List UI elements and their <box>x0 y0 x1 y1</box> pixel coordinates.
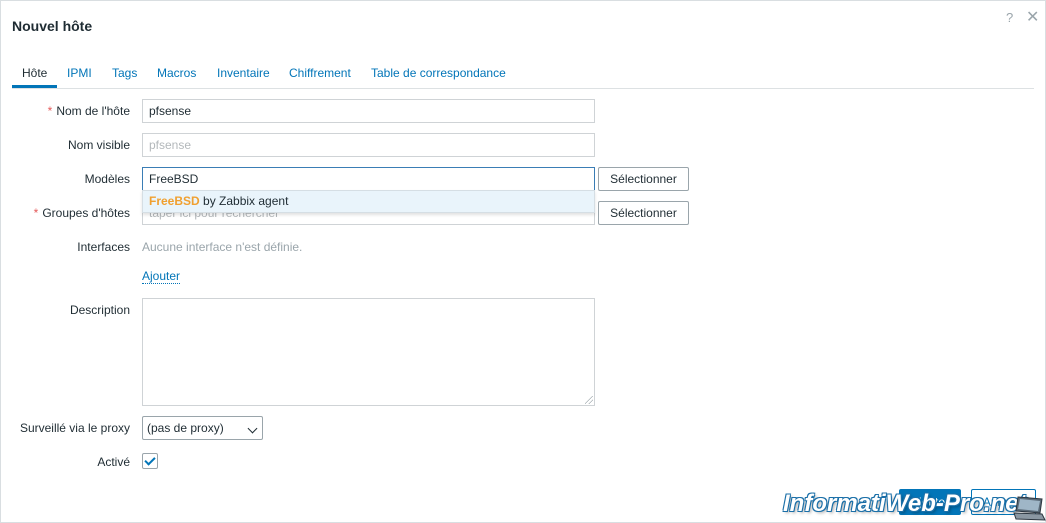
templates-input[interactable]: FreeBSD <box>142 167 595 191</box>
template-suggestion-item[interactable]: FreeBSD by Zabbix agent <box>142 190 595 213</box>
active-tab-indicator <box>12 85 57 88</box>
templates-label: Modèles <box>84 172 130 186</box>
add-interface-link[interactable]: Ajouter <box>142 269 181 284</box>
proxy-select-value: (pas de proxy) <box>147 421 224 435</box>
tab-encryption[interactable]: Chiffrement <box>289 66 351 80</box>
watermark-logo: InformatiWeb-Pro.net <box>783 490 1027 517</box>
templates-select-button[interactable]: Sélectionner <box>598 167 689 191</box>
host-name-input[interactable]: pfsense <box>142 99 595 123</box>
resize-grip-icon[interactable] <box>585 396 593 404</box>
interfaces-label: Interfaces <box>77 240 130 254</box>
proxy-select[interactable]: (pas de proxy) <box>142 416 263 440</box>
suggestion-match-text: FreeBSD <box>149 194 200 208</box>
tab-host[interactable]: Hôte <box>22 66 47 80</box>
visible-name-input[interactable]: pfsense <box>142 133 595 157</box>
chevron-down-icon <box>247 423 258 434</box>
tab-value-mapping[interactable]: Table de correspondance <box>371 66 506 80</box>
required-marker: * <box>47 104 53 118</box>
tab-tags[interactable]: Tags <box>112 66 137 80</box>
tab-ipmi[interactable]: IPMI <box>67 66 92 80</box>
no-interfaces-text: Aucune interface n'est définie. <box>142 240 303 254</box>
description-label: Description <box>69 303 130 317</box>
close-icon[interactable]: ✕ <box>1026 10 1039 26</box>
host-groups-label: * Groupes d'hôtes <box>33 206 130 220</box>
proxy-label: Surveillé via le proxy <box>19 421 130 435</box>
enabled-checkbox[interactable] <box>142 453 158 469</box>
help-icon[interactable]: ? <box>1006 10 1013 26</box>
description-textarea[interactable] <box>142 298 595 406</box>
suggestion-rest-text: by Zabbix agent <box>199 194 289 208</box>
checkmark-icon <box>144 454 156 466</box>
required-marker: * <box>33 206 39 220</box>
visible-name-label: Nom visible <box>67 138 130 152</box>
host-name-label: * Nom de l'hôte <box>47 104 130 118</box>
dialog-title: Nouvel hôte <box>12 18 93 34</box>
tab-bar: Hôte IPMI Tags Macros Inventaire Chiffre… <box>12 59 1034 89</box>
tab-inventory[interactable]: Inventaire <box>217 66 270 80</box>
tab-macros[interactable]: Macros <box>157 66 196 80</box>
new-host-dialog: Nouvel hôte ? ✕ Hôte IPMI Tags Macros In… <box>0 0 1046 523</box>
laptop-icon <box>1013 496 1046 521</box>
enabled-label: Activé <box>97 455 130 469</box>
host-groups-select-button[interactable]: Sélectionner <box>598 201 689 225</box>
